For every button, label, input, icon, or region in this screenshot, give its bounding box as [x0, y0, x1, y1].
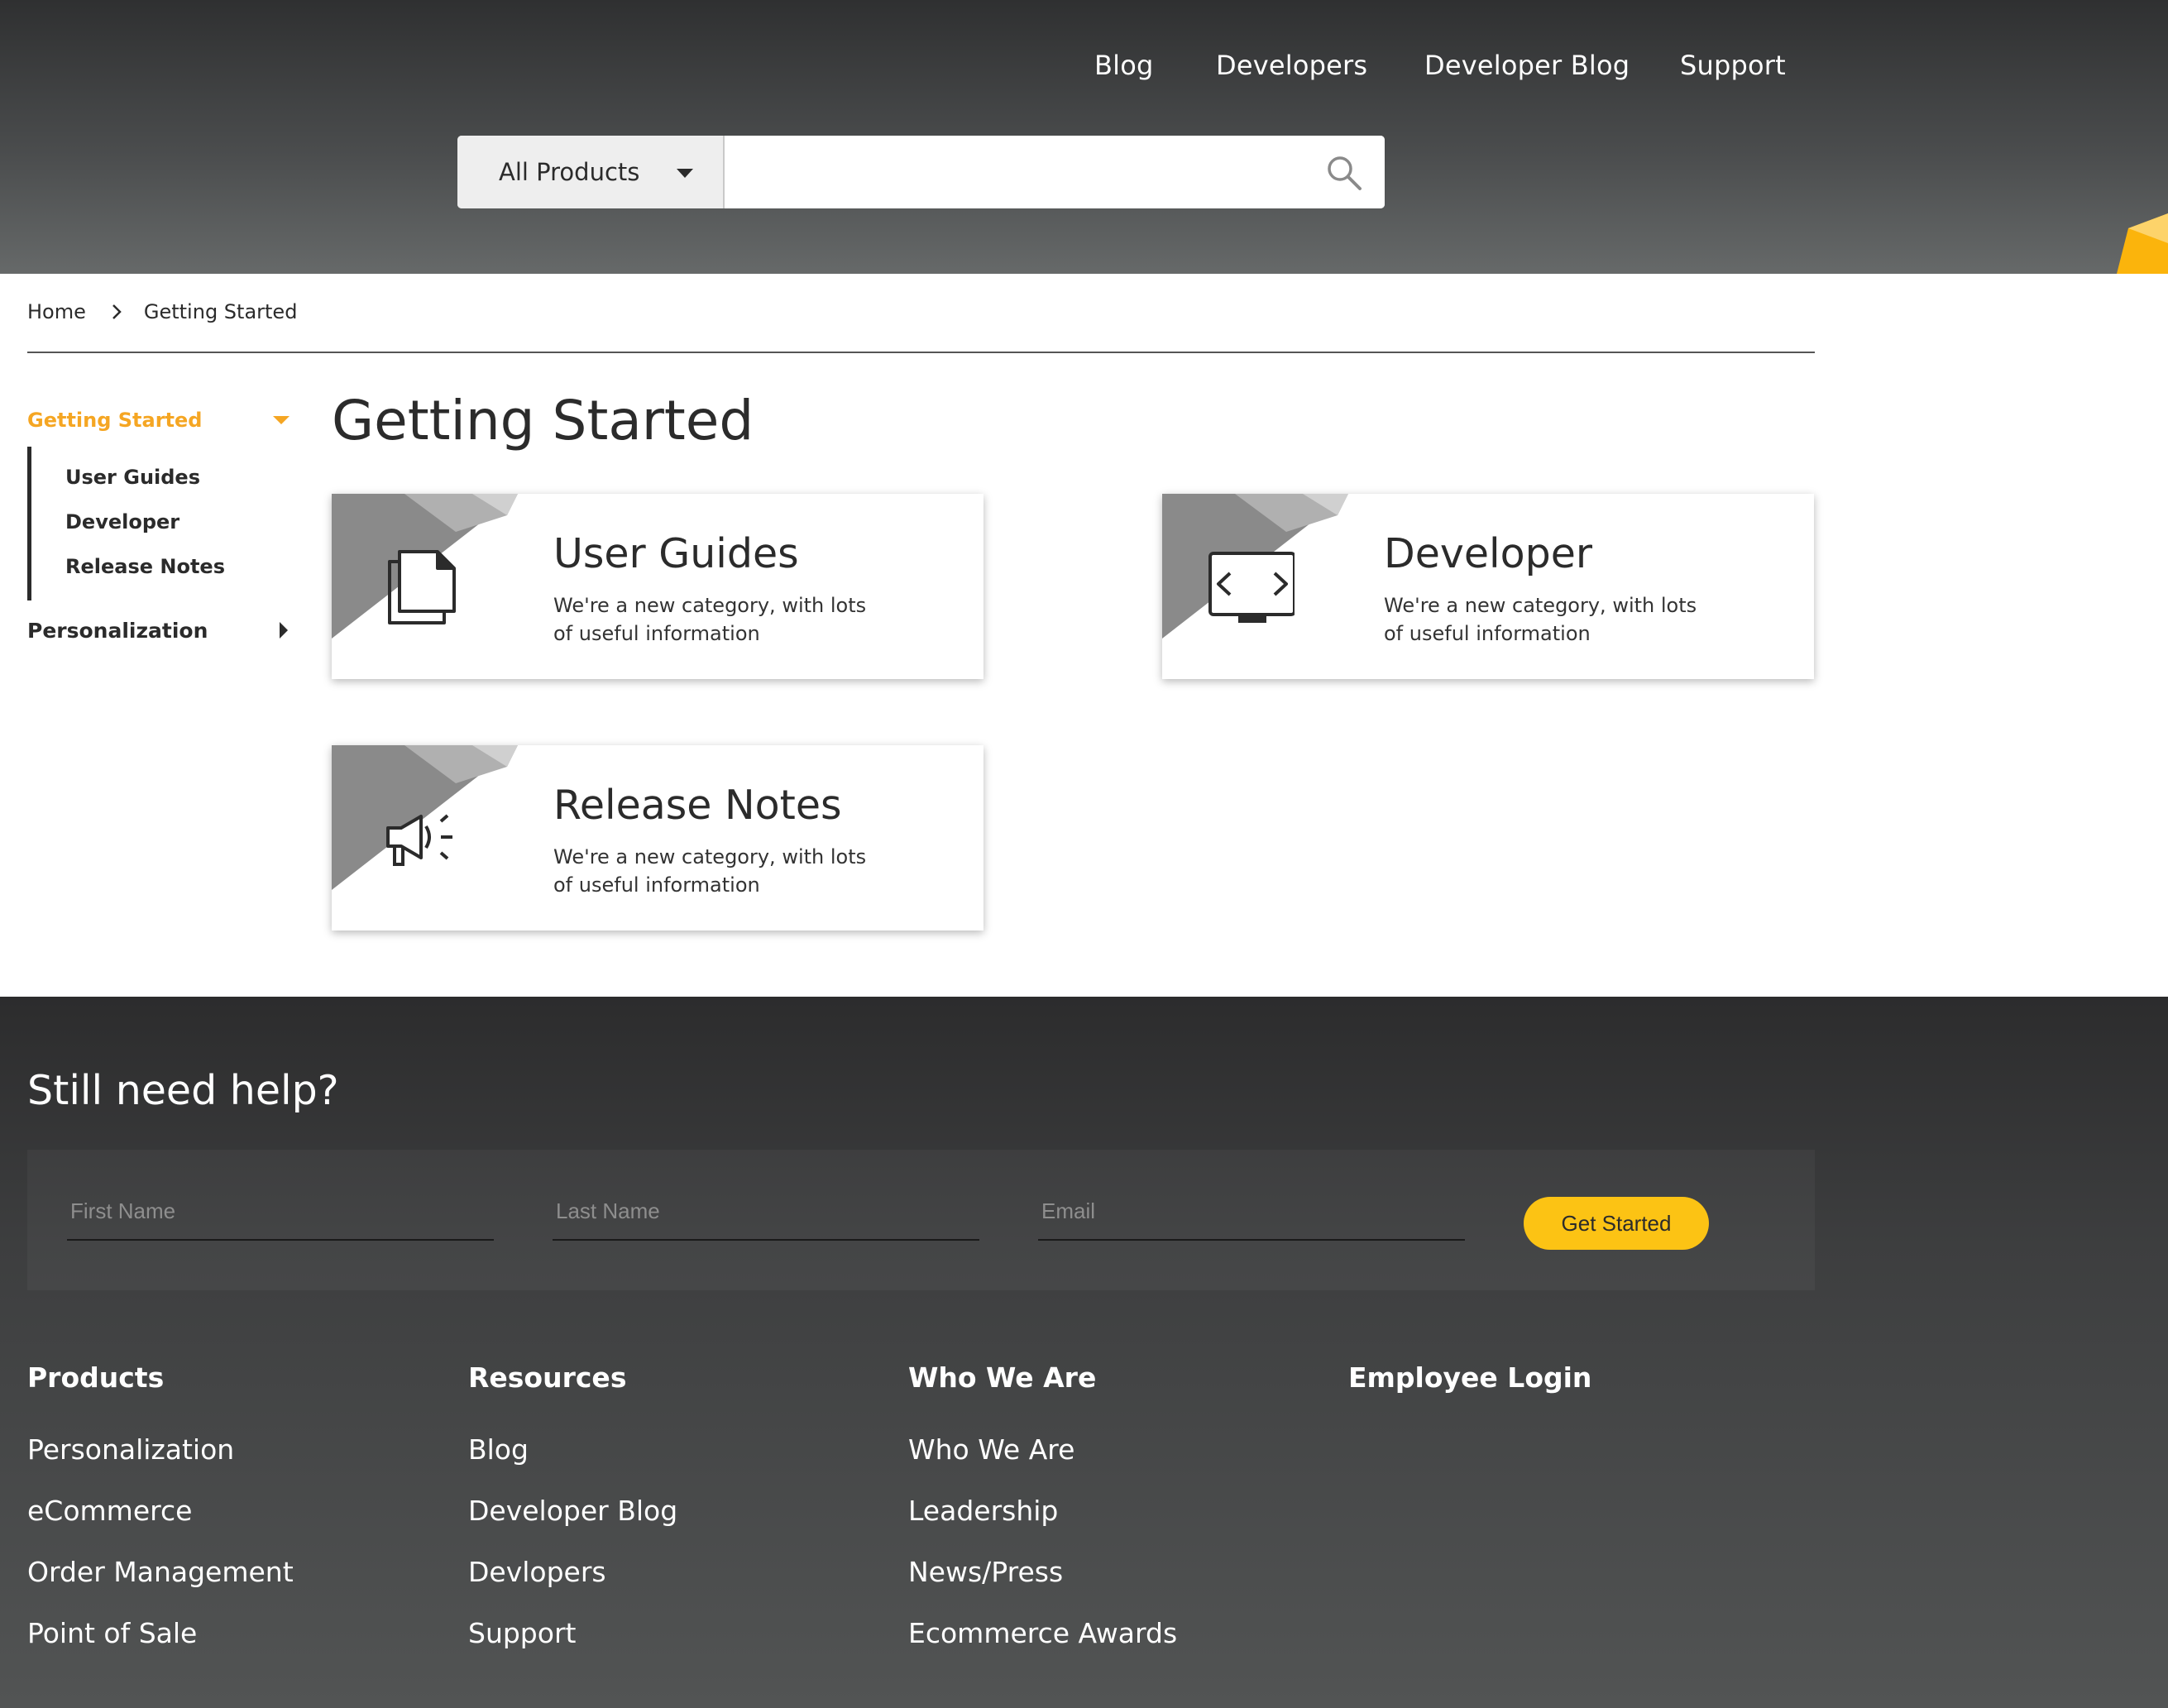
- breadcrumb: Home Getting Started: [27, 300, 297, 323]
- category-card-user-guides[interactable]: User Guides We're a new category, with l…: [332, 494, 983, 679]
- card-description: We're a new category, with lots of usefu…: [553, 594, 867, 645]
- footer-link[interactable]: Personalization: [27, 1419, 294, 1481]
- site-header: Blog Developers Developer Blog Support A…: [0, 0, 2168, 274]
- footer-link[interactable]: Support: [468, 1603, 677, 1664]
- breadcrumb-home[interactable]: Home: [27, 300, 86, 323]
- footer-link[interactable]: Who We Are: [908, 1419, 1177, 1481]
- nav-link-blog[interactable]: Blog: [1094, 50, 1154, 81]
- last-name-field[interactable]: [553, 1183, 979, 1239]
- sidebar-item-personalization[interactable]: Personalization: [27, 614, 292, 647]
- category-card-developer[interactable]: Developer We're a new category, with lot…: [1162, 494, 1814, 679]
- sidebar-item-label: Personalization: [27, 618, 208, 643]
- code-monitor-icon: [1208, 552, 1295, 623]
- email-field[interactable]: [1038, 1183, 1465, 1239]
- card-description: We're a new category, with lots of usefu…: [1384, 594, 1697, 645]
- nav-link-developer-blog[interactable]: Developer Blog: [1424, 50, 1630, 81]
- footer-link[interactable]: eCommerce: [27, 1481, 294, 1542]
- search-icon[interactable]: [1325, 154, 1363, 192]
- first-name-field-wrap: [67, 1183, 494, 1241]
- help-form: Get Started: [27, 1150, 1815, 1290]
- top-nav: Blog Developers Developer Blog Support: [0, 50, 2168, 89]
- category-card-release-notes[interactable]: Release Notes We're a new category, with…: [332, 745, 983, 931]
- brand-accent-shape: [2117, 213, 2168, 274]
- caret-down-icon: [677, 169, 693, 178]
- caret-right-icon[interactable]: [280, 622, 288, 639]
- sidebar-item-label: Getting Started: [27, 409, 203, 432]
- footer-heading: Resources: [468, 1361, 627, 1394]
- footer-link[interactable]: Ecommerce Awards: [908, 1603, 1177, 1664]
- sidebar-nav: Getting Started User Guides Developer Re…: [27, 404, 292, 647]
- page-title: Getting Started: [332, 389, 754, 452]
- documents-icon: [388, 550, 456, 624]
- footer-link[interactable]: Blog: [468, 1419, 677, 1481]
- card-title: Developer: [1384, 530, 1593, 577]
- footer-column-products: Products Personalization eCommerce Order…: [27, 1358, 294, 1664]
- help-heading: Still need help?: [27, 1067, 339, 1114]
- footer-link[interactable]: News/Press: [908, 1542, 1177, 1603]
- footer-heading: Products: [27, 1361, 165, 1394]
- footer-heading: Who We Are: [908, 1361, 1097, 1394]
- last-name-field-wrap: [553, 1183, 979, 1241]
- card-title: Release Notes: [553, 782, 842, 829]
- employee-login-link[interactable]: Employee Login: [1348, 1358, 1591, 1398]
- email-field-wrap: [1038, 1183, 1465, 1241]
- sidebar-item-user-guides[interactable]: User Guides: [65, 455, 292, 500]
- caret-down-icon[interactable]: [273, 416, 290, 424]
- nav-link-support[interactable]: Support: [1680, 50, 1786, 81]
- search-bar: All Products: [457, 136, 1385, 208]
- card-title: User Guides: [553, 530, 799, 577]
- footer-link[interactable]: Devlopers: [468, 1542, 677, 1603]
- footer-link[interactable]: Point of Sale: [27, 1603, 294, 1664]
- footer-link[interactable]: Developer Blog: [468, 1481, 677, 1542]
- get-started-button[interactable]: Get Started: [1524, 1197, 1709, 1250]
- product-filter-dropdown[interactable]: All Products: [457, 136, 725, 208]
- footer-link[interactable]: Order Management: [27, 1542, 294, 1603]
- site-footer: Still need help? Get Started Products Pe…: [0, 997, 2168, 1708]
- megaphone-icon: [386, 814, 452, 866]
- sidebar-item-release-notes[interactable]: Release Notes: [65, 544, 292, 589]
- card-description: We're a new category, with lots of usefu…: [553, 845, 867, 897]
- search-input[interactable]: [725, 136, 1385, 208]
- breadcrumb-current: Getting Started: [143, 300, 298, 323]
- nav-link-developers[interactable]: Developers: [1216, 50, 1367, 81]
- footer-column-resources: Resources Blog Developer Blog Devlopers …: [468, 1358, 677, 1664]
- breadcrumb-divider: [27, 352, 1815, 353]
- chevron-right-icon: [112, 304, 122, 319]
- footer-column-who-we-are: Who We Are Who We Are Leadership News/Pr…: [908, 1358, 1177, 1664]
- footer-column-employee-login: Employee Login: [1348, 1358, 1591, 1398]
- footer-link[interactable]: Leadership: [908, 1481, 1177, 1542]
- sidebar-item-getting-started[interactable]: Getting Started: [27, 404, 292, 437]
- sidebar-subnav: User Guides Developer Release Notes: [27, 447, 292, 600]
- first-name-field[interactable]: [67, 1183, 494, 1239]
- sidebar-item-developer[interactable]: Developer: [65, 500, 292, 544]
- product-filter-value: All Products: [499, 158, 640, 186]
